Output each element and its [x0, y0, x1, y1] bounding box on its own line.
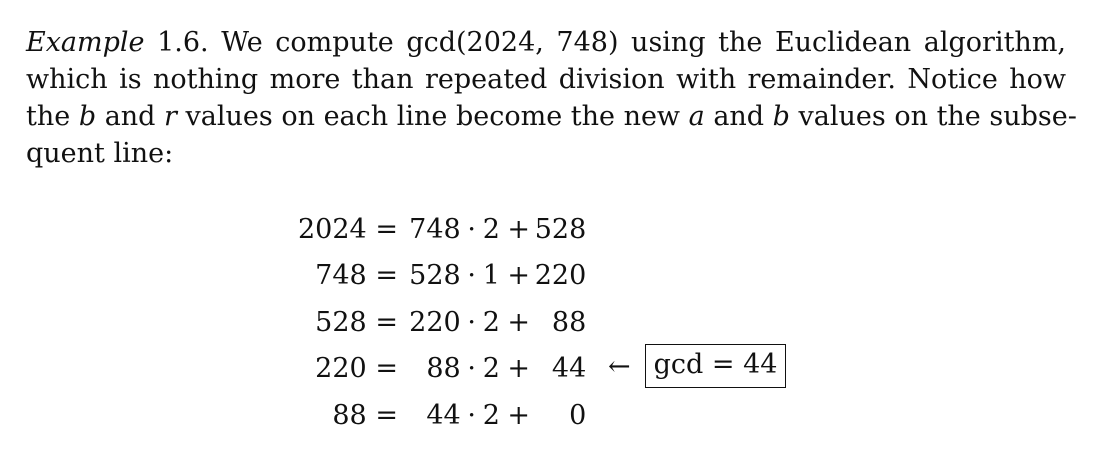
- equation-plus-sign: +: [507, 306, 531, 338]
- math-variable-b: b: [78, 101, 97, 132]
- equation-row: 2024 = 748 · 2 +528: [298, 206, 586, 253]
- equation-dividend: 88: [332, 399, 367, 431]
- equation-remainder: 220: [534, 260, 587, 292]
- euclidean-algorithm-steps: 2024 = 748 · 2 +528 748 = 528 · 1 +220 528 = 220 · 2 +88 2…: [298, 206, 586, 439]
- equation-remainder: 0: [569, 399, 587, 431]
- paragraph-line-1: Example 1.6. We compute gcd(2024, 748) u…: [26, 24, 1066, 61]
- example-label: Example: [26, 27, 145, 58]
- equation-plus-sign: +: [507, 213, 531, 245]
- equation-divisor: 220: [409, 306, 461, 338]
- paragraph-text: and: [704, 101, 773, 132]
- paragraph-text: 1.6. We compute gcd(2024, 748) using the…: [144, 27, 1066, 58]
- equation-divisor: 748: [409, 213, 461, 245]
- equation-dividend: 2024: [298, 213, 367, 245]
- equation-equals-sign: =: [375, 213, 399, 245]
- equation-remainder: 88: [551, 306, 587, 338]
- equation-divisor: 88: [426, 353, 461, 385]
- equation-remainder: 528: [534, 213, 587, 245]
- equation-plus-sign: +: [507, 353, 531, 385]
- equation-equals-sign: =: [375, 353, 399, 385]
- paragraph-line-4: quent line:: [26, 135, 1066, 172]
- equation-row: 88 = 44 · 2 +0: [298, 392, 586, 439]
- paragraph-text: the: [26, 101, 79, 132]
- equation-quotient: 2: [482, 353, 500, 385]
- equation-divisor: 528: [409, 260, 461, 292]
- equation-times-dot: ·: [467, 213, 477, 245]
- example-paragraph: Example 1.6. We compute gcd(2024, 748) u…: [26, 24, 1077, 172]
- paragraph-text: and: [96, 101, 165, 132]
- equation-quotient: 2: [482, 399, 500, 431]
- equation-times-dot: ·: [467, 353, 477, 385]
- equation-equals-sign: =: [375, 260, 399, 292]
- equation-quotient: 2: [482, 213, 500, 245]
- equation-quotient: 1: [482, 260, 500, 292]
- equation-row: 528 = 220 · 2 +88: [298, 299, 586, 346]
- math-variable-r: r: [164, 101, 177, 132]
- paragraph-line-3: the b and r values on each line become t…: [26, 98, 1077, 135]
- equation-row: 748 = 528 · 1 +220: [298, 253, 586, 300]
- equation-remainder: 44: [551, 353, 587, 385]
- gcd-result-box: gcd = 44: [644, 344, 787, 388]
- equation-row: 220 = 88 · 2 +44: [298, 346, 586, 393]
- paragraph-text: values on the subse-: [789, 101, 1077, 132]
- gcd-result-note: ← gcd = 44: [608, 343, 787, 389]
- equation-dividend: 220: [315, 353, 367, 385]
- paragraph-text: quent line:: [26, 138, 174, 169]
- equation-dividend: 528: [315, 306, 367, 338]
- equation-times-dot: ·: [467, 399, 477, 431]
- equation-times-dot: ·: [467, 306, 477, 338]
- math-variable-a: a: [688, 101, 705, 132]
- equation-dividend: 748: [315, 260, 367, 292]
- equation-divisor: 44: [426, 399, 461, 431]
- paragraph-line-2: which is nothing more than repeated divi…: [26, 61, 1066, 98]
- math-variable-b: b: [772, 101, 790, 132]
- left-arrow-icon: ←: [608, 350, 631, 382]
- equation-equals-sign: =: [375, 306, 399, 338]
- equation-plus-sign: +: [507, 399, 531, 431]
- paragraph-text: values on each line become the new: [176, 101, 689, 132]
- equation-plus-sign: +: [507, 260, 531, 292]
- equation-times-dot: ·: [467, 260, 477, 292]
- paragraph-text: which is nothing more than repeated divi…: [26, 64, 1066, 95]
- equation-equals-sign: =: [375, 399, 399, 431]
- equation-quotient: 2: [482, 306, 500, 338]
